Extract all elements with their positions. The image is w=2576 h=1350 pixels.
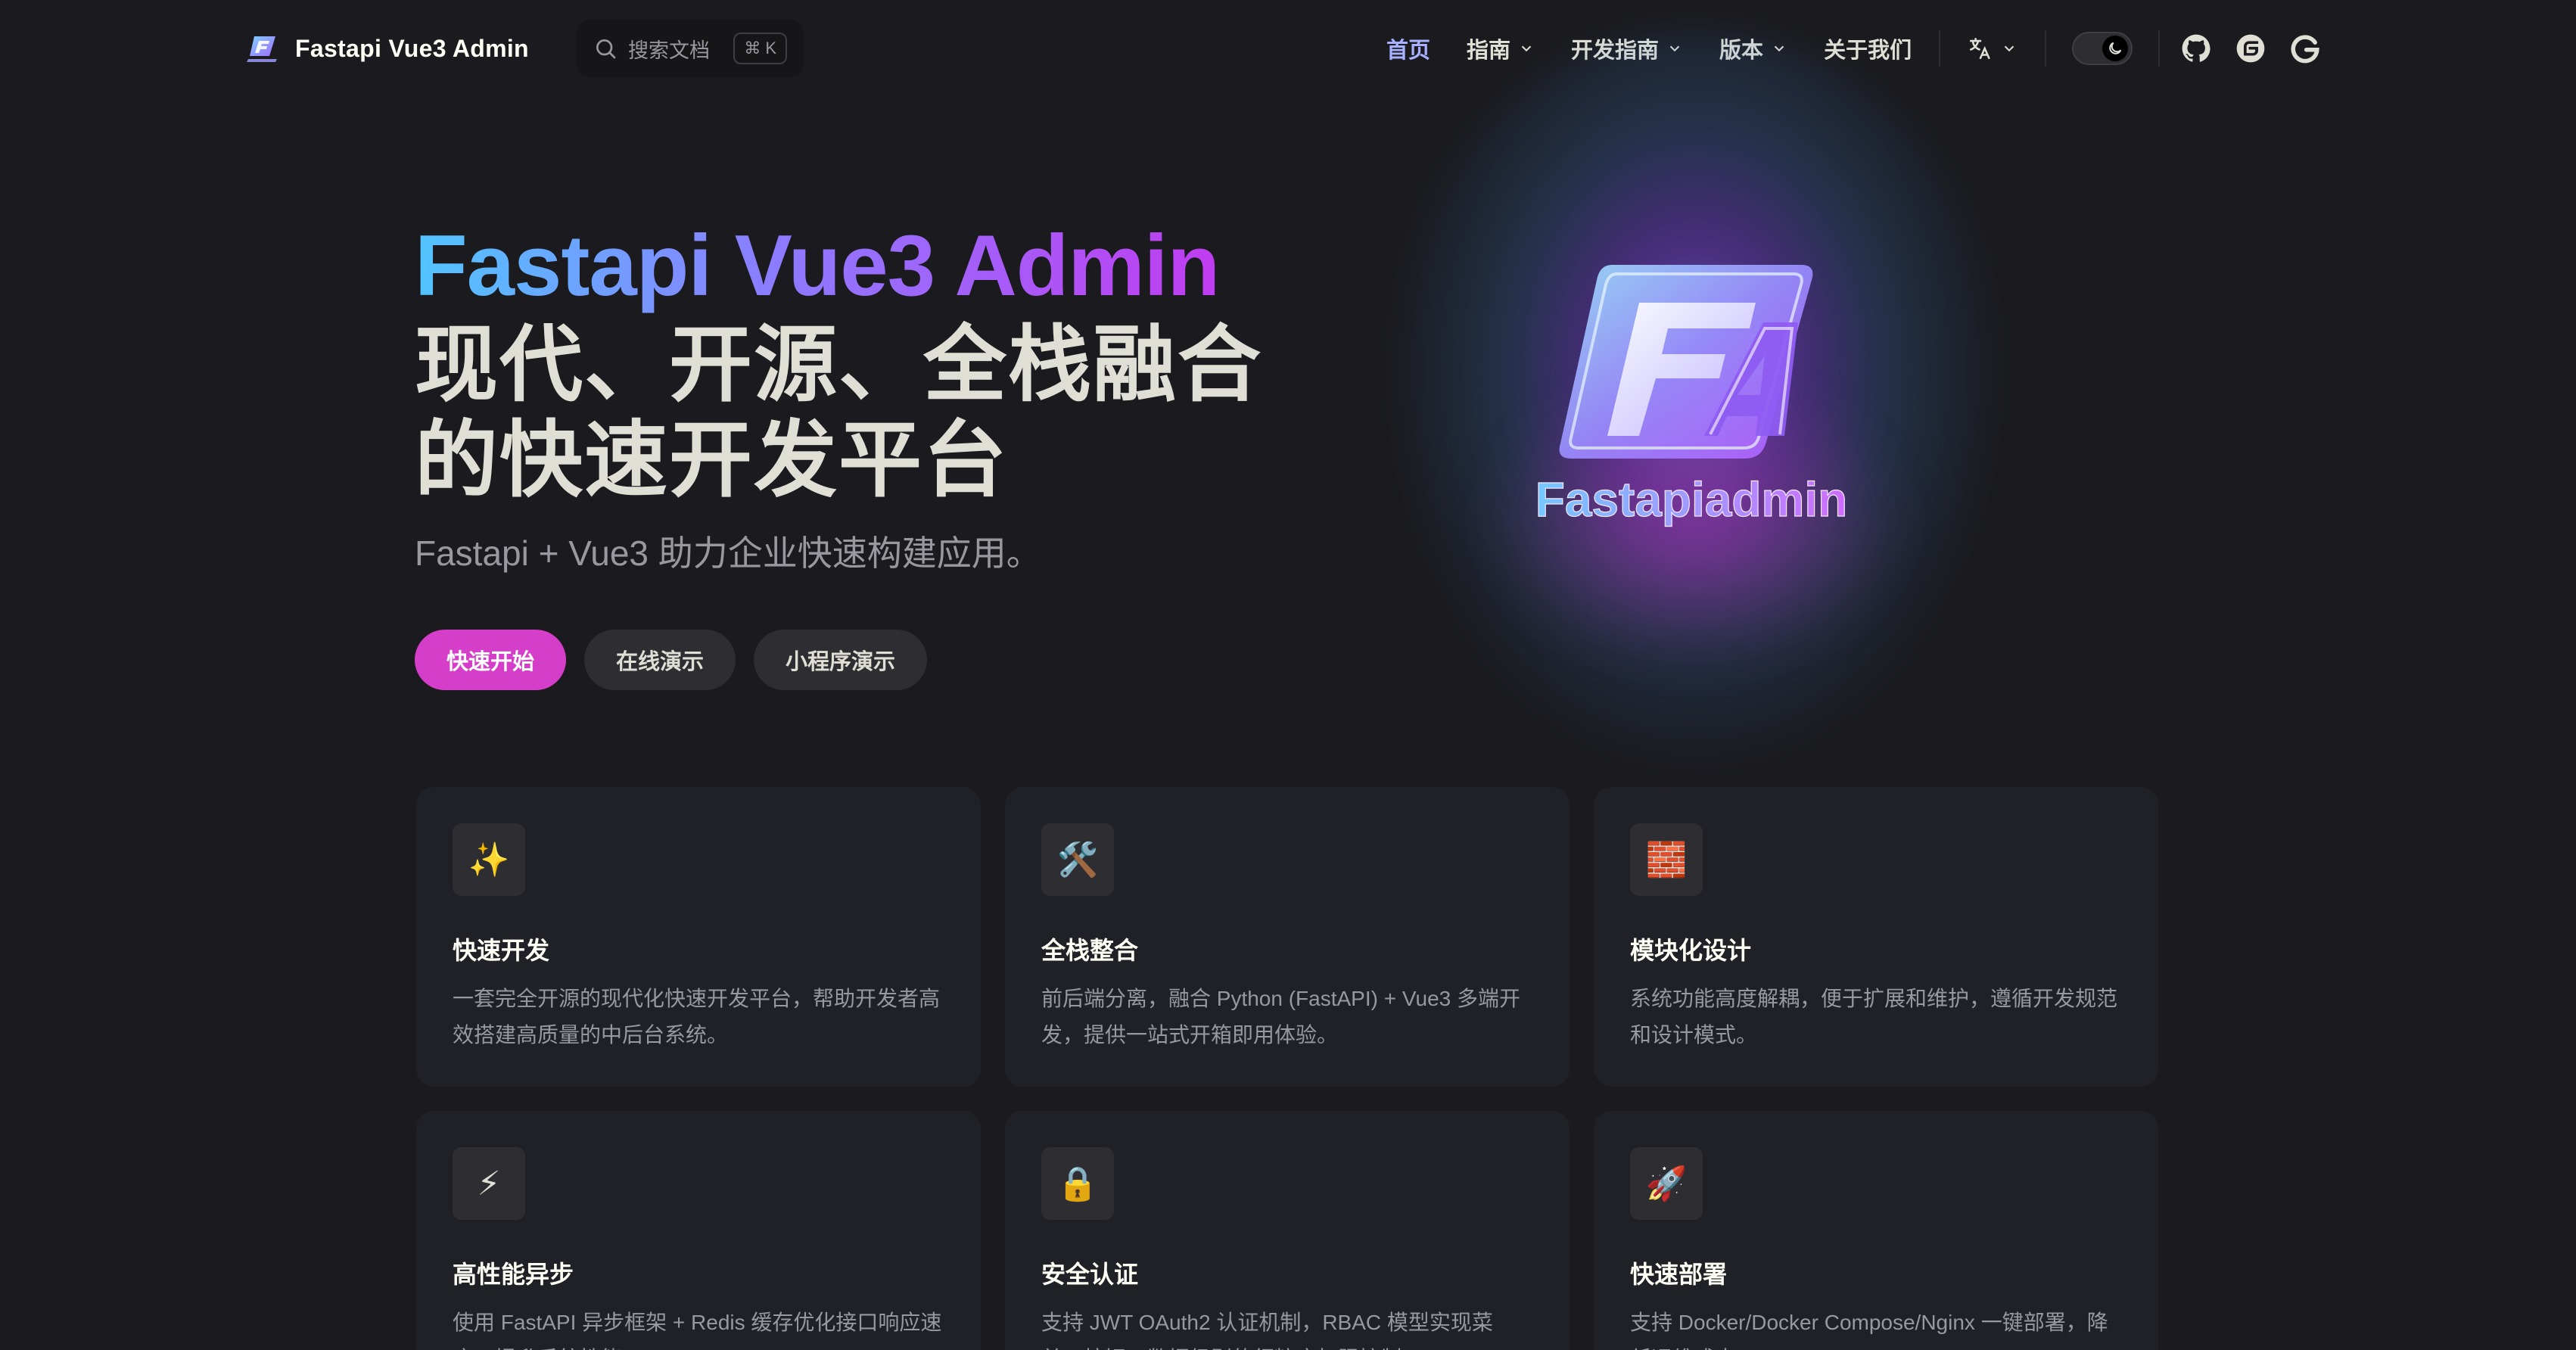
feature-card: ⚡ 高性能异步使用 FastAPI 异步框架 + Redis 缓存优化接口响应速度…: [416, 1111, 981, 1350]
feature-title: 快速开发: [453, 937, 550, 964]
theme-toggle[interactable]: [2072, 32, 2133, 65]
gitcode-link[interactable]: [2288, 32, 2322, 65]
github-icon: [2182, 34, 2210, 62]
page: Fastapi Vue3 Admin 搜索文档 ⌘ K 首页 指南 开发指南: [0, 0, 2576, 1350]
feature-icon: 🚀: [1630, 1147, 1703, 1220]
feature-card: 🧱 模块化设计系统功能高度解耦，便于扩展和维护，遵循开发规范和设计模式。: [1594, 787, 2158, 1087]
features-grid: ✨ 快速开发一套完全开源的现代化快速开发平台，帮助开发者高效搭建高质量的中后台系统…: [416, 787, 2158, 1350]
search-label: 搜索文档: [628, 39, 710, 62]
chevron-down-icon: [1521, 45, 1532, 52]
feature-title: 快速部署: [1630, 1261, 1728, 1288]
hero-logo-image: Fastapiadmin: [1535, 265, 1848, 527]
feature-icon: ⚡: [453, 1147, 525, 1220]
feature-card: 🚀 快速部署支持 Docker/Docker Compose/Nginx 一键部署…: [1594, 1111, 2158, 1350]
feature-card: 🔒 安全认证支持 JWT OAuth2 认证机制，RBAC 模型实现菜单、按钮、数…: [1005, 1111, 1570, 1350]
search-shortcut-badge: ⌘ K: [733, 33, 787, 64]
brand-title: Fastapi Vue3 Admin: [295, 34, 529, 62]
hero-name: Fastapi Vue3 Admin: [415, 215, 1220, 318]
feature-title: 高性能异步: [453, 1261, 574, 1288]
hero-text-line-2: 的快速开发平台: [415, 414, 1008, 507]
feature-description: 支持 Docker/Docker Compose/Nginx 一键部署，降低运维…: [1630, 1311, 2108, 1350]
translate-icon: [1970, 37, 1990, 60]
top-navbar: Fastapi Vue3 Admin 搜索文档 ⌘ K 首页 指南 开发指南: [0, 0, 2576, 97]
hero-actions: 快速开始 在线演示 小程序演示: [415, 630, 928, 690]
feature-description: 使用 FastAPI 异步框架 + Redis 缓存优化接口响应速度，提升系统性…: [453, 1311, 942, 1350]
search-icon: [596, 39, 616, 59]
toggle-knob: [2102, 36, 2129, 61]
hero-logo-wordmark: Fastapiadmin: [1535, 472, 1848, 527]
get-started-button[interactable]: 快速开始: [415, 630, 567, 690]
feature-icon: ✨: [453, 823, 525, 896]
nav-guide-label: 指南: [1467, 39, 1511, 63]
k-key: K: [765, 39, 776, 58]
feature-description: 前后端分离，融合 Python (FastAPI) + Vue3 多端开发，提供…: [1041, 987, 1521, 1047]
feature-title: 全栈整合: [1041, 937, 1139, 964]
feature-description: 一套完全开源的现代化快速开发平台，帮助开发者高效搭建高质量的中后台系统。: [453, 987, 941, 1047]
brand-logo-icon: [247, 36, 277, 62]
feature-description: 系统功能高度解耦，便于扩展和维护，遵循开发规范和设计模式。: [1630, 987, 2118, 1047]
nav-home[interactable]: 首页: [1386, 33, 1430, 64]
search-button[interactable]: 搜索文档 ⌘ K: [577, 20, 804, 77]
nav-divider: [2045, 30, 2047, 67]
moon-icon: [2109, 42, 2122, 54]
feature-title: 模块化设计: [1630, 937, 1752, 964]
feature-card: 🛠️ 全栈整合前后端分离，融合 Python (FastAPI) + Vue3 多…: [1005, 787, 1570, 1087]
feature-description: 支持 JWT OAuth2 认证机制，RBAC 模型实现菜单、按钮、数据级别的细…: [1041, 1311, 1493, 1350]
mini-program-demo-button[interactable]: 小程序演示: [754, 630, 928, 690]
gitee-icon: [2236, 34, 2265, 63]
nav-guide[interactable]: 指南: [1467, 33, 1535, 64]
feature-icon: 🛠️: [1041, 823, 1114, 896]
feature-title: 安全认证: [1041, 1261, 1139, 1288]
feature-icon: 🧱: [1630, 823, 1703, 896]
hero-tagline: Fastapi + Vue3 助力企业快速构建应用。: [415, 533, 1041, 573]
nav-divider: [1939, 30, 1941, 67]
nav-about[interactable]: 关于我们: [1824, 33, 1912, 64]
brand-link[interactable]: Fastapi Vue3 Admin: [247, 29, 529, 68]
feature-icon: 🔒: [1041, 1147, 1114, 1220]
hero-text: 现代、开源、全栈融合 的快速开发平台: [415, 318, 1323, 509]
online-demo-button[interactable]: 在线演示: [584, 630, 736, 690]
feature-card: ✨ 快速开发一套完全开源的现代化快速开发平台，帮助开发者高效搭建高质量的中后台系统…: [416, 787, 981, 1087]
main-menu: 首页 指南 开发指南 版本 关于我们: [1386, 29, 2322, 68]
chevron-down-icon: [2004, 45, 2014, 52]
gitcode-icon: [2291, 35, 2319, 64]
github-link[interactable]: [2179, 32, 2213, 65]
gitee-link[interactable]: [2234, 32, 2267, 65]
nav-divider: [2158, 30, 2161, 67]
language-switcher[interactable]: [1968, 36, 2018, 61]
command-key: ⌘: [744, 39, 761, 58]
hero-text-line-1: 现代、开源、全栈融合: [415, 319, 1262, 412]
